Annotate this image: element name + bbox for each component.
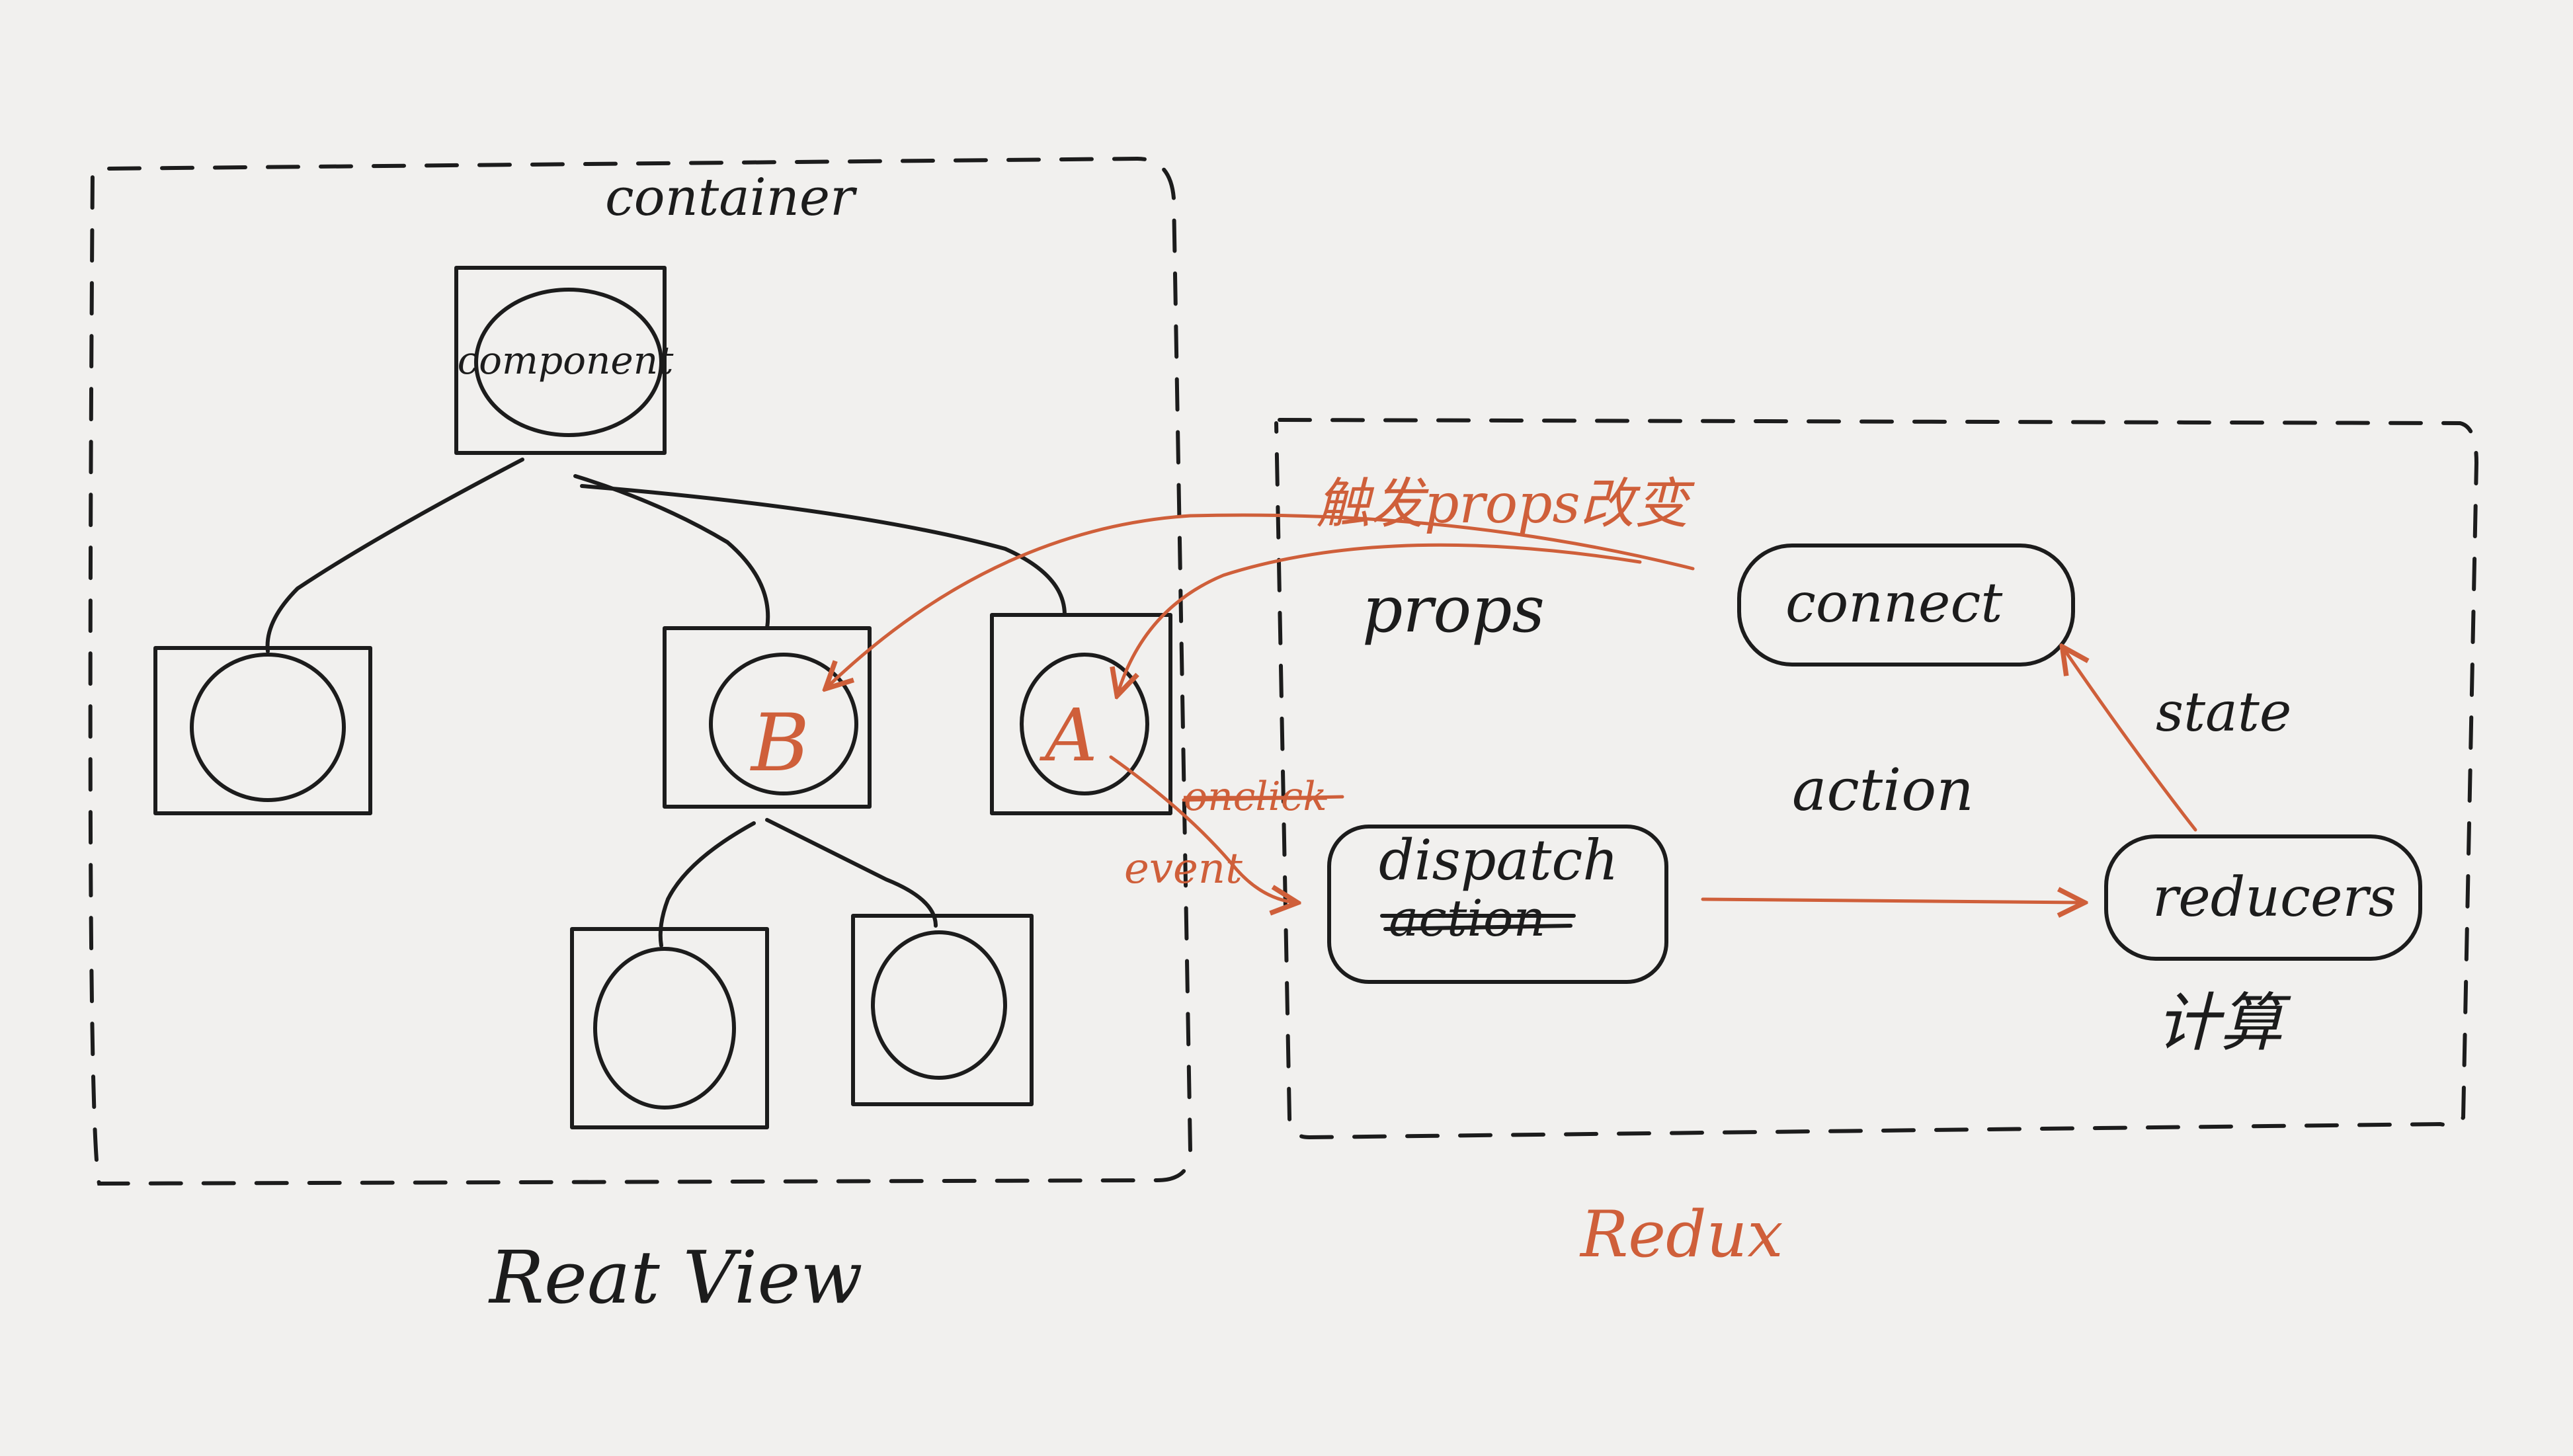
node-a: A bbox=[990, 613, 1172, 815]
dispatch-struck-label: action bbox=[1389, 889, 1545, 948]
props-label: props bbox=[1362, 573, 1545, 647]
dispatch-label: dispatch bbox=[1379, 828, 1619, 893]
leaf-node-left bbox=[153, 646, 372, 815]
state-label: state bbox=[2156, 681, 2291, 744]
component-label: component bbox=[458, 338, 674, 383]
action-arrow bbox=[1701, 899, 2083, 903]
compute-label: 计算 bbox=[2156, 986, 2291, 1060]
edge-component-b bbox=[573, 474, 770, 630]
edge-component-left bbox=[265, 458, 524, 653]
node-b-label: B bbox=[750, 698, 809, 789]
redux-title: Redux bbox=[1579, 1197, 1783, 1272]
action-label: action bbox=[1792, 756, 1974, 824]
event-label: event bbox=[1124, 844, 1243, 893]
props-arrow-to-b bbox=[827, 513, 1695, 688]
props-notice-label: 触发props改变 bbox=[1316, 473, 1695, 536]
react-view-boundary bbox=[88, 156, 1193, 1186]
node-a-label: A bbox=[1039, 693, 1097, 778]
connect-label: connect bbox=[1785, 572, 2003, 635]
child-node-left bbox=[570, 927, 769, 1129]
react-view-title: Reat View bbox=[488, 1235, 863, 1320]
node-b: B bbox=[663, 626, 872, 809]
reducers-label: reducers bbox=[2152, 866, 2396, 929]
diagram-canvas: B A container component 触发props改变 props … bbox=[88, 156, 2479, 1320]
child-node-right bbox=[851, 914, 1034, 1106]
container-label: container bbox=[605, 168, 858, 227]
edge-b-child-right bbox=[765, 818, 938, 928]
